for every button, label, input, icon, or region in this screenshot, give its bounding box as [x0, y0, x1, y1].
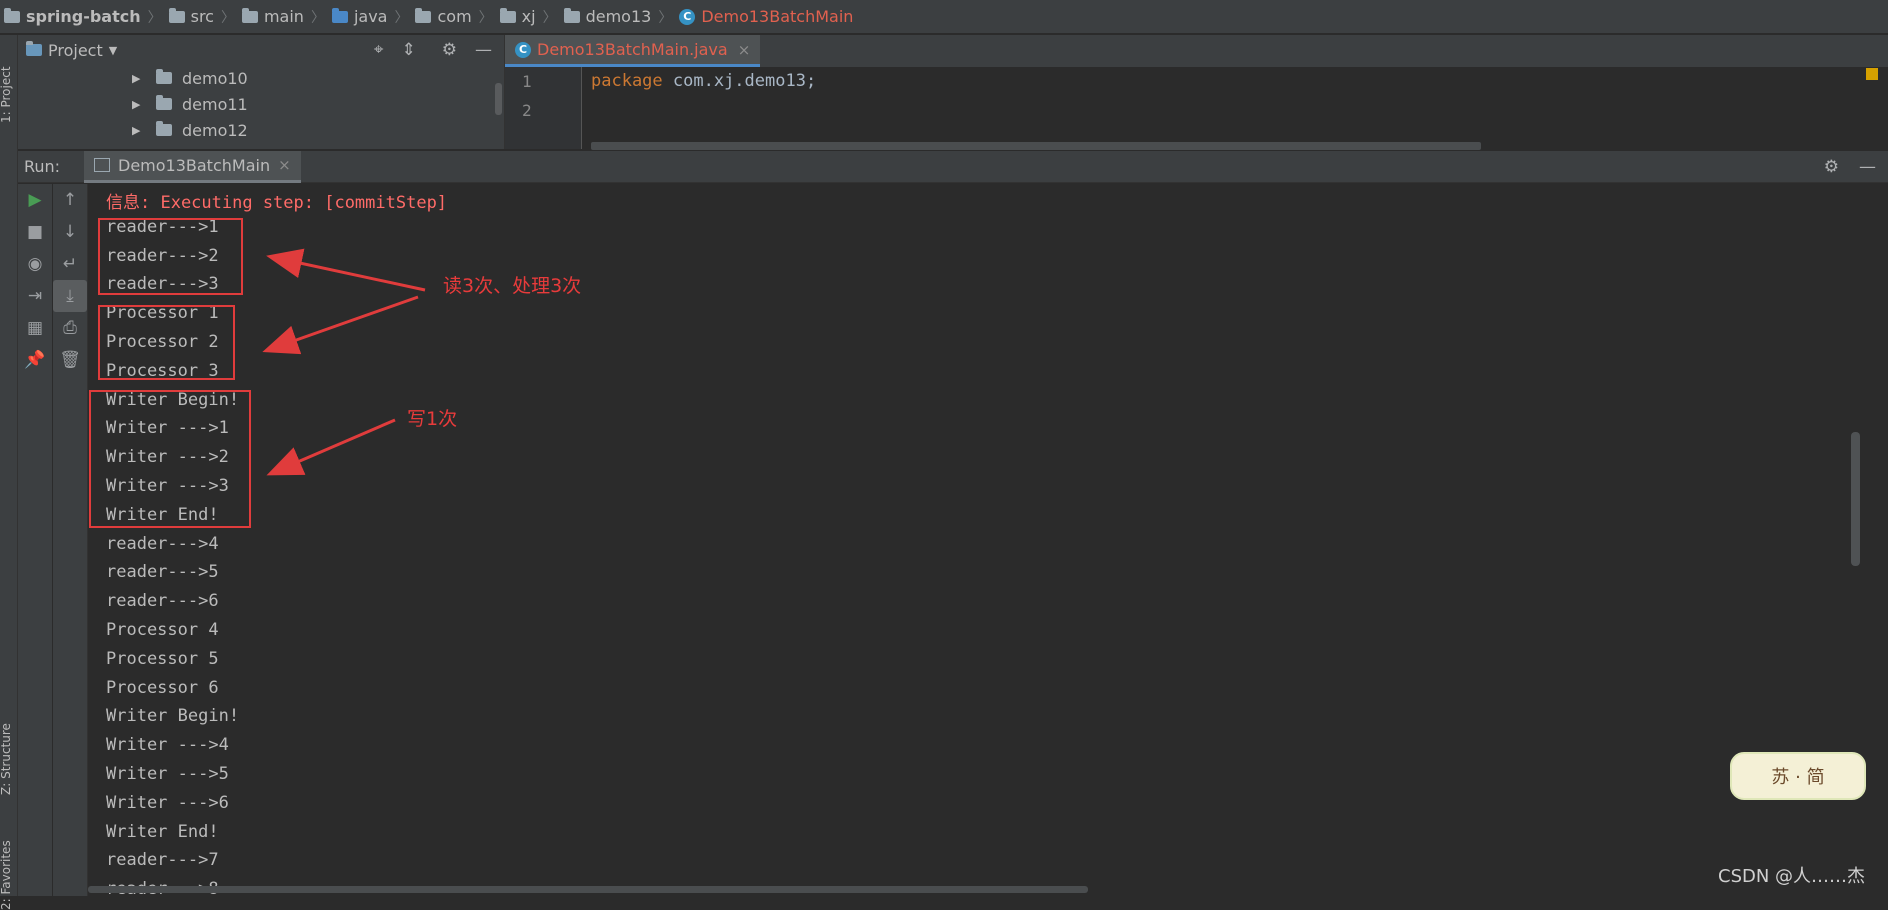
arrow-to-processor [262, 295, 419, 355]
arrow-to-writer [266, 418, 396, 476]
sticker-logo: 苏 · 简 [1730, 752, 1866, 800]
arrow-to-reader [266, 248, 426, 292]
annotation-read-process: 读3次、处理3次 [443, 275, 582, 297]
annotation-arrows [262, 248, 426, 476]
watermark: CSDN @人……杰 [1718, 866, 1866, 887]
annotation-write-once: 写1次 [407, 408, 458, 430]
